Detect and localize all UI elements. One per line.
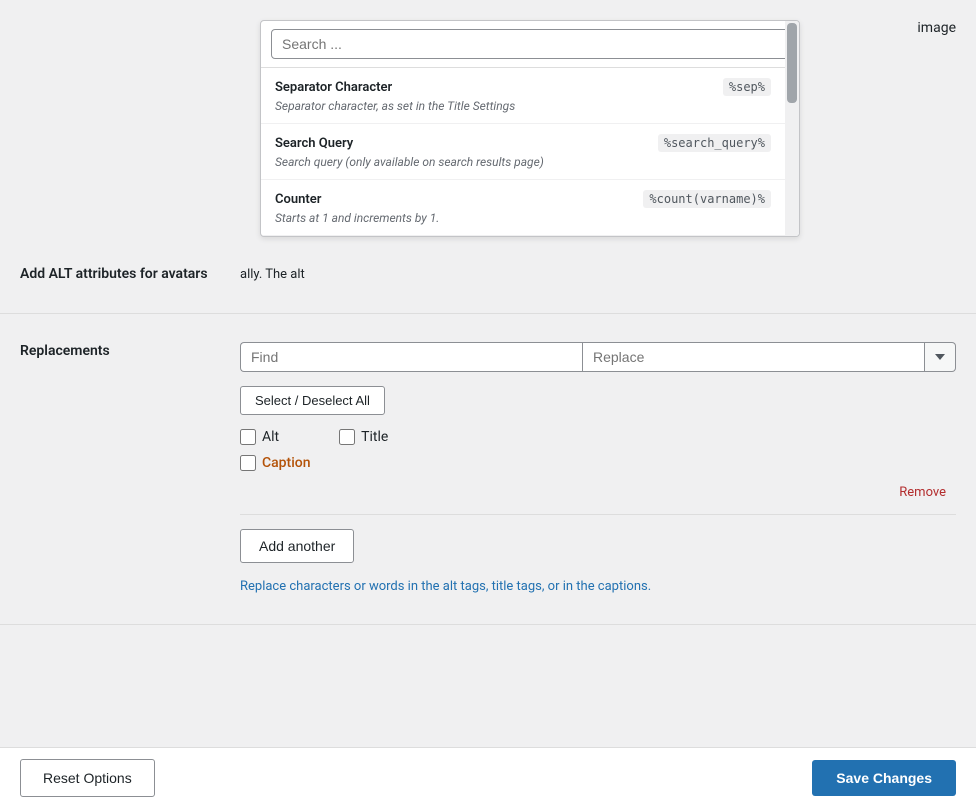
title-checkbox-item[interactable]: Title xyxy=(339,429,388,445)
dropdown-items: Separator Character %sep% Separator char… xyxy=(261,68,799,236)
add-another-wrapper: Add another xyxy=(240,529,956,577)
scrollbar-thumb[interactable] xyxy=(787,23,797,103)
find-replace-row xyxy=(240,342,956,372)
page-wrapper: Separator Character %sep% Separator char… xyxy=(0,0,976,807)
caption-checkbox[interactable] xyxy=(240,455,256,471)
search-input-wrapper xyxy=(261,21,799,68)
alt-checkbox-label: Alt xyxy=(262,429,279,445)
replacements-label: Replacements xyxy=(20,343,110,359)
alt-checkbox-item[interactable]: Alt xyxy=(240,429,279,445)
separator-title: Separator Character xyxy=(275,80,392,95)
add-another-button[interactable]: Add another xyxy=(240,529,354,563)
search-query-badge: %search_query% xyxy=(658,134,771,152)
reset-options-button[interactable]: Reset Options xyxy=(20,759,155,797)
replace-dropdown-button[interactable] xyxy=(925,342,956,372)
footer-bar: Reset Options Save Changes xyxy=(0,747,976,807)
replace-input[interactable] xyxy=(582,342,925,372)
counter-desc: Starts at 1 and increments by 1. xyxy=(275,211,771,225)
scrollbar-track[interactable] xyxy=(785,21,799,236)
find-input[interactable] xyxy=(240,342,582,372)
counter-title: Counter xyxy=(275,192,321,207)
dropdown-item-counter[interactable]: Counter %count(varname)% Starts at 1 and… xyxy=(261,180,785,236)
search-query-title: Search Query xyxy=(275,136,353,151)
alt-description: ally. The alt xyxy=(240,265,956,285)
alt-attributes-label: Add ALT attributes for avatars xyxy=(20,266,208,282)
save-changes-button[interactable]: Save Changes xyxy=(812,760,956,796)
search-input[interactable] xyxy=(271,29,789,59)
alt-checkbox[interactable] xyxy=(240,429,256,445)
title-checkbox-label: Title xyxy=(361,429,388,445)
image-label: image xyxy=(917,20,956,36)
search-query-desc: Search query (only available on search r… xyxy=(275,155,771,169)
separator-desc: Separator character, as set in the Title… xyxy=(275,99,771,113)
checkboxes-row-1: Alt Title xyxy=(240,429,956,445)
checkboxes-row-2: Caption xyxy=(240,455,956,471)
title-checkbox[interactable] xyxy=(339,429,355,445)
alt-desc-text: ally. The alt xyxy=(240,267,305,282)
search-dropdown-section: Separator Character %sep% Separator char… xyxy=(0,0,976,237)
select-deselect-wrapper: Select / Deselect All xyxy=(240,386,956,429)
counter-badge: %count(varname)% xyxy=(643,190,771,208)
caption-checkbox-label: Caption xyxy=(262,455,311,471)
search-dropdown: Separator Character %sep% Separator char… xyxy=(260,20,800,237)
remove-link[interactable]: Remove xyxy=(240,485,956,500)
separator-line xyxy=(240,514,956,515)
dropdown-item-search-query[interactable]: Search Query %search_query% Search query… xyxy=(261,124,785,180)
replacement-description: Replace characters or words in the alt t… xyxy=(240,577,740,597)
main-content: Separator Character %sep% Separator char… xyxy=(0,0,976,705)
alt-attributes-row: Add ALT attributes for avatars ally. The… xyxy=(0,237,976,314)
select-deselect-button[interactable]: Select / Deselect All xyxy=(240,386,385,415)
caption-checkbox-item[interactable]: Caption xyxy=(240,455,311,471)
separator-badge: %sep% xyxy=(723,78,771,96)
dropdown-item-separator[interactable]: Separator Character %sep% Separator char… xyxy=(261,68,785,124)
chevron-down-icon xyxy=(935,354,945,360)
replacements-row: Replacements Select / Deselect All xyxy=(0,314,976,626)
